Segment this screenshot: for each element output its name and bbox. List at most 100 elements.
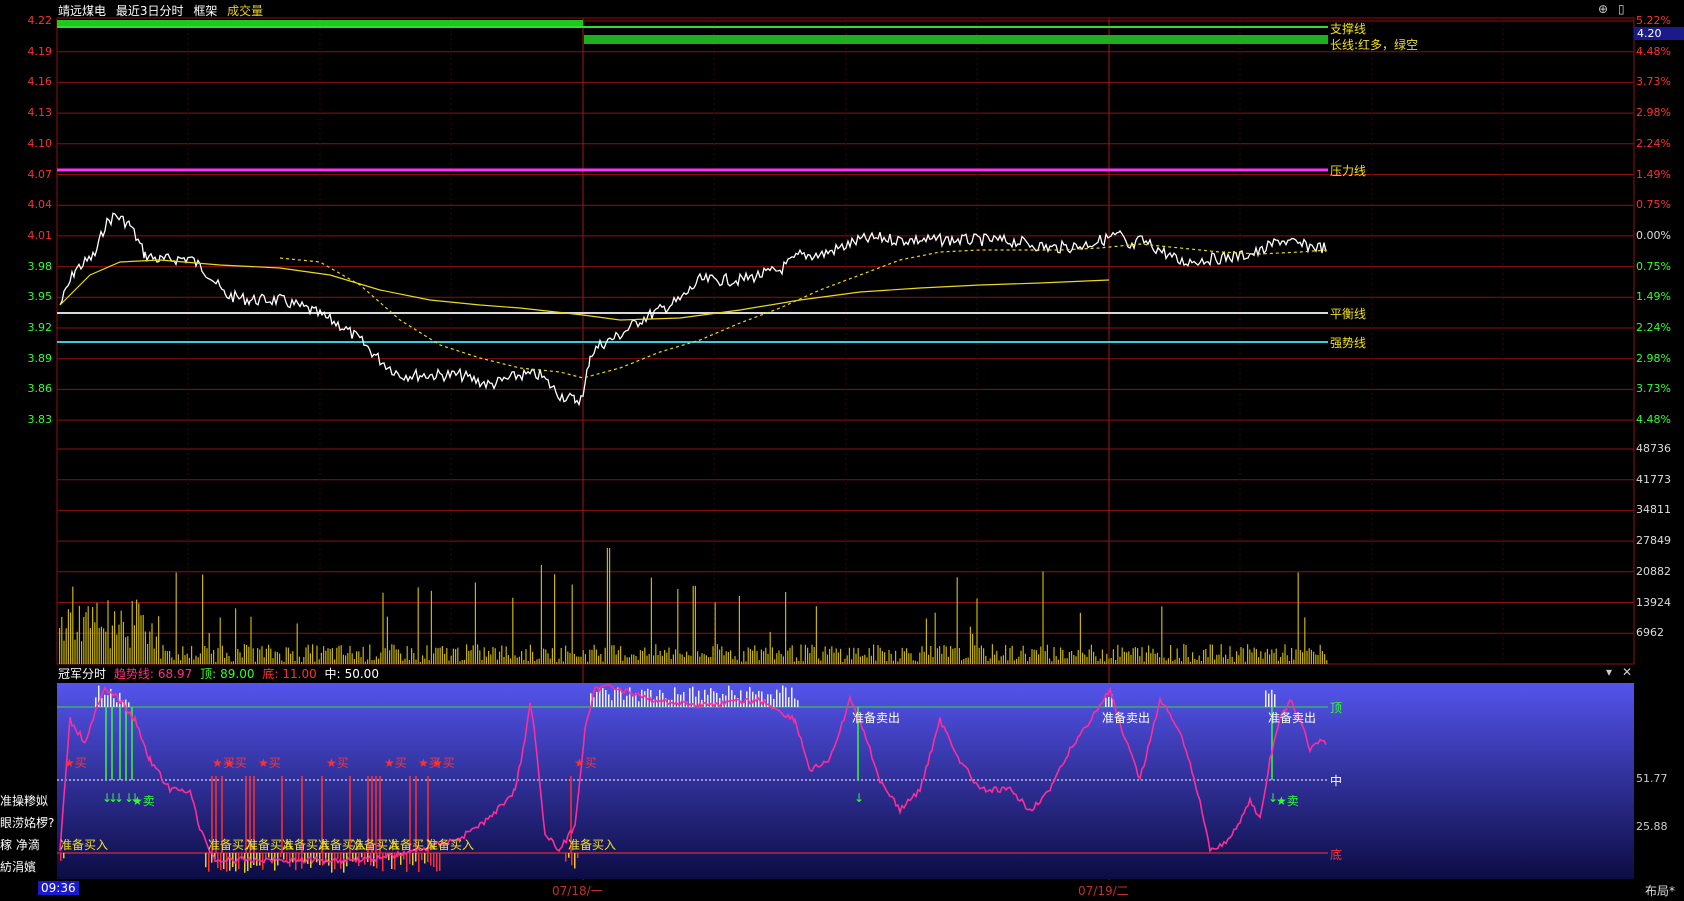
volume-bar: [562, 661, 564, 664]
volume-bar: [186, 653, 188, 664]
volume-bar: [798, 661, 800, 664]
volume-bar: [987, 661, 989, 664]
volume-bar: [1154, 653, 1156, 664]
indicator-label[interactable]: 成交量: [227, 4, 263, 18]
volume-bar: [884, 652, 886, 664]
zoom-icon[interactable]: ⊕: [1598, 2, 1608, 16]
price-line: [59, 212, 1327, 407]
indicator-name[interactable]: 冠军分时: [58, 667, 106, 681]
volume-bar: [648, 653, 650, 664]
price-tick: 3.98: [27, 259, 53, 273]
volume-bar: [1229, 646, 1231, 664]
volume-bar: [439, 647, 441, 664]
volume-bar: [950, 646, 952, 664]
volume-bar: [127, 636, 129, 664]
volume-bar: [239, 652, 241, 664]
volume-bar: [1038, 654, 1040, 664]
period-label[interactable]: 最近3日分时: [116, 4, 184, 18]
volume-bar: [320, 652, 322, 664]
volume-bar: [624, 655, 626, 664]
side-label-3[interactable]: 稼 净滴: [0, 836, 56, 853]
layout-button[interactable]: 布局*: [1645, 882, 1675, 899]
window-icon[interactable]: ▯: [1618, 2, 1625, 16]
volume-bar: [1244, 661, 1246, 664]
close-icon[interactable]: ✕: [1622, 665, 1632, 679]
volume-bar: [888, 649, 890, 664]
volume-bar: [600, 654, 602, 664]
volume-bar: [327, 648, 329, 664]
side-label-4[interactable]: 紡涓嬪: [0, 858, 56, 875]
volume-bar: [974, 645, 976, 664]
volume-bar: [725, 651, 727, 664]
volume-bar: [492, 647, 494, 664]
volume-bar: [1269, 654, 1271, 664]
volume-bar: [85, 612, 87, 664]
volume-bar: [411, 648, 413, 664]
volume-bar: [906, 648, 908, 664]
volume-bar: [353, 659, 355, 664]
buy-mark-8: ★买: [432, 756, 455, 770]
volume-bar: [780, 653, 782, 664]
volume-bar: [661, 655, 663, 664]
volume-bar: [611, 645, 613, 664]
volume-bar: [1313, 651, 1315, 664]
volume-bar: [285, 647, 287, 664]
volume-bar: [514, 655, 516, 664]
volume-bar: [316, 645, 318, 664]
volume-bar: [813, 647, 815, 664]
volume-bar: [639, 650, 641, 664]
side-label-2[interactable]: 眼涝姳椤?: [0, 814, 56, 831]
volume-bar: [1090, 644, 1092, 664]
volume-bar: [853, 647, 855, 664]
volume-bar: [224, 658, 226, 664]
buy-mark-1: ★买: [64, 756, 87, 770]
volume-bar: [74, 639, 76, 664]
volume-bar: [653, 655, 655, 664]
oversold-bar: [412, 853, 414, 866]
volume-bar: [820, 660, 822, 664]
volume-bar: [1196, 659, 1198, 664]
volume-bar: [1222, 657, 1224, 664]
volume-bar: [281, 660, 283, 664]
volume-bar: [1011, 645, 1013, 664]
volume-bar: [628, 657, 630, 664]
volume-bar: [1253, 647, 1255, 664]
dropdown-icon[interactable]: ▾: [1606, 665, 1612, 679]
volume-bar: [1130, 654, 1132, 664]
chart-canvas[interactable]: ↓↓↓ ↓↓ ↓ ↓: [0, 0, 1684, 901]
volume-bar: [996, 650, 998, 664]
volume-bar: [309, 653, 311, 664]
volume-bar: [703, 654, 705, 664]
mode-label[interactable]: 框架: [193, 4, 217, 18]
percent-tick: 1.49%: [1636, 167, 1671, 181]
side-label-1[interactable]: 准操糁姒: [0, 792, 56, 809]
volume-bar: [829, 648, 831, 664]
current-price-badge: 4.20: [1634, 27, 1684, 40]
volume-bar: [573, 653, 575, 664]
volume-bar: [1095, 656, 1097, 664]
volume-bar: [1297, 572, 1299, 664]
overbought-bar: [116, 702, 118, 707]
volume-bar: [837, 652, 839, 664]
overbought-bar: [611, 700, 613, 707]
volume-bar: [120, 610, 122, 664]
volume-bar: [635, 656, 637, 664]
volume-bar: [976, 598, 978, 664]
volume-bar: [413, 653, 415, 664]
mid-zone-label: 中: [1330, 774, 1343, 788]
prepare-buy-label-8: 准备买入: [426, 838, 475, 852]
volume-bar: [604, 647, 606, 664]
volume-bar: [560, 648, 562, 664]
stock-name[interactable]: 靖远煤电: [58, 4, 106, 18]
volume-bar: [807, 647, 809, 664]
volume-bar: [1220, 644, 1222, 664]
price-tick: 4.13: [27, 106, 53, 120]
volume-bar: [314, 661, 316, 664]
volume-bar: [230, 661, 232, 664]
percent-tick: 1.49%: [1636, 290, 1671, 304]
volume-bar: [468, 650, 470, 664]
overbought-bar: [104, 694, 106, 707]
oversold-bar: [571, 853, 573, 866]
volume-bar: [518, 656, 520, 664]
volume-bar: [272, 658, 274, 664]
